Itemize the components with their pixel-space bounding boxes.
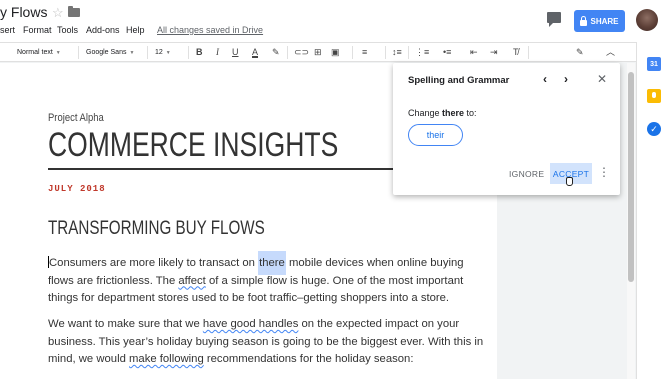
misspelled-word-highlight[interactable]: there: [258, 251, 286, 275]
more-options-icon[interactable]: ⋮: [598, 166, 610, 178]
menu-tools[interactable]: Tools: [57, 25, 78, 35]
share-button[interactable]: SHARE: [574, 10, 625, 32]
font-size-value: 12: [155, 49, 163, 56]
divider: [528, 46, 529, 59]
text-run: on the expected impact on your: [298, 318, 460, 330]
document-title[interactable]: y Flows: [0, 4, 47, 20]
text-run: flows are frictionless. The: [48, 274, 179, 287]
menu-help[interactable]: Help: [126, 25, 145, 35]
font-size-select[interactable]: 12 ▼: [155, 47, 171, 59]
text-color-icon[interactable]: A: [252, 47, 258, 58]
paragraph-line: Consumers are more likely to transact on…: [48, 251, 464, 275]
paragraph-line: things for department stores used to be …: [48, 292, 450, 304]
close-icon[interactable]: ✕: [597, 72, 607, 86]
add-comment-icon[interactable]: ⊞: [314, 47, 322, 58]
decrease-indent-icon[interactable]: ⇤: [470, 47, 478, 58]
underline-icon[interactable]: U: [232, 47, 239, 58]
chevron-down-icon: ▼: [129, 50, 135, 56]
font-select[interactable]: Google Sans ▼: [86, 47, 134, 59]
highlight-pen-icon[interactable]: ✎: [272, 47, 280, 58]
paragraph-line: We want to make sure that we have good h…: [48, 316, 459, 334]
paragraph-line: mind, we would make following recommenda…: [48, 351, 448, 369]
bulleted-list-icon[interactable]: •≡: [443, 47, 451, 58]
numbered-list-icon[interactable]: ⋮≡: [415, 47, 429, 58]
paragraph-style-value: Normal text: [17, 49, 53, 56]
change-suffix: to:: [464, 108, 477, 118]
divider: [147, 46, 148, 59]
section-heading: TRANSFORMING BUY FLOWS: [48, 218, 265, 239]
page-title: COMMERCE INSIGHTS: [48, 126, 339, 164]
divider: [188, 46, 189, 59]
grammar-suggestion-word[interactable]: make following: [129, 353, 204, 365]
suggestion-chip[interactable]: their: [408, 124, 463, 146]
spelling-grammar-dialog: Spelling and Grammar ‹ › ✕ Change there …: [393, 63, 620, 195]
menu-format[interactable]: Format: [23, 25, 52, 35]
image-icon[interactable]: ▣: [331, 47, 340, 58]
scrollbar-thumb[interactable]: [628, 72, 634, 282]
comment-icon[interactable]: [547, 12, 561, 27]
chevron-down-icon: ▼: [55, 50, 61, 56]
flagged-word: there: [442, 108, 465, 118]
divider: [78, 46, 79, 59]
increase-indent-icon[interactable]: ⇥: [490, 47, 498, 58]
title-bar: y Flows ☆ sert Format Tools Add-ons Help…: [0, 0, 670, 42]
bold-icon[interactable]: B: [196, 47, 203, 58]
line-spacing-icon[interactable]: ↕≡: [392, 47, 402, 58]
text-run: mobile devices when online buying: [285, 257, 464, 269]
text-run: We want to make sure that we: [48, 318, 203, 330]
paragraph-line: flows are frictionless. The affect of a …: [48, 273, 463, 291]
editing-mode-pencil-icon[interactable]: ✎: [576, 47, 584, 58]
grammar-suggestion-word[interactable]: have good handles: [203, 318, 298, 330]
font-value: Google Sans: [86, 49, 127, 56]
change-prefix: Change: [408, 108, 443, 118]
text-run: recommendations for the holiday season:: [203, 353, 414, 365]
grammar-suggestion-word[interactable]: affect: [178, 275, 205, 287]
share-label: SHARE: [590, 16, 619, 26]
text-run: mind, we would: [48, 353, 129, 365]
hand-cursor-icon: [566, 177, 573, 186]
change-label: Change there to:: [408, 108, 477, 118]
menu-insert[interactable]: sert: [0, 25, 15, 35]
text-run: of a simple flow is huge. One of the mos…: [205, 274, 464, 287]
text-run: Consumers are more likely to transact on: [49, 257, 259, 269]
formatting-toolbar: Normal text ▼ Google Sans ▼ 12 ▼ B I U A ✎ …: [0, 42, 670, 62]
italic-icon[interactable]: I: [216, 47, 219, 58]
divider: [352, 46, 353, 59]
divider: [385, 46, 386, 59]
paragraph-2[interactable]: We want to make sure that we have good h…: [48, 316, 484, 369]
link-icon[interactable]: ⊂⊃: [294, 47, 309, 58]
star-icon[interactable]: ☆: [52, 5, 64, 21]
project-subtitle: Project Alpha: [48, 112, 104, 124]
next-chevron-icon[interactable]: ›: [564, 72, 568, 86]
chevron-down-icon: ▼: [165, 50, 171, 56]
divider: [408, 46, 409, 59]
paragraph-style-select[interactable]: Normal text ▼: [17, 47, 61, 59]
date-label: JULY 2018: [48, 184, 106, 194]
ignore-button[interactable]: IGNORE: [509, 169, 544, 179]
clear-formatting-icon[interactable]: T̸: [513, 47, 519, 58]
collapse-chevron-icon[interactable]: ︿: [606, 47, 615, 58]
menu-addons[interactable]: Add-ons: [86, 25, 120, 35]
paragraph-1[interactable]: Consumers are more likely to transact on…: [48, 251, 464, 308]
folder-icon[interactable]: [68, 6, 80, 17]
lock-icon: [580, 15, 588, 26]
calendar-icon[interactable]: 31: [647, 57, 661, 71]
tasks-icon[interactable]: ✓: [647, 122, 661, 136]
dialog-title: Spelling and Grammar: [408, 75, 510, 86]
save-status-link[interactable]: All changes saved in Drive: [157, 25, 263, 35]
divider: [287, 46, 288, 59]
avatar[interactable]: [636, 9, 658, 31]
side-panel: 31 ✓: [636, 42, 670, 379]
align-left-icon[interactable]: ≡: [362, 47, 367, 58]
previous-chevron-icon[interactable]: ‹: [543, 72, 547, 86]
paragraph-line: business. This year’s holiday buying sea…: [48, 335, 484, 348]
keep-icon[interactable]: [647, 89, 661, 103]
title-rule: [48, 168, 408, 170]
